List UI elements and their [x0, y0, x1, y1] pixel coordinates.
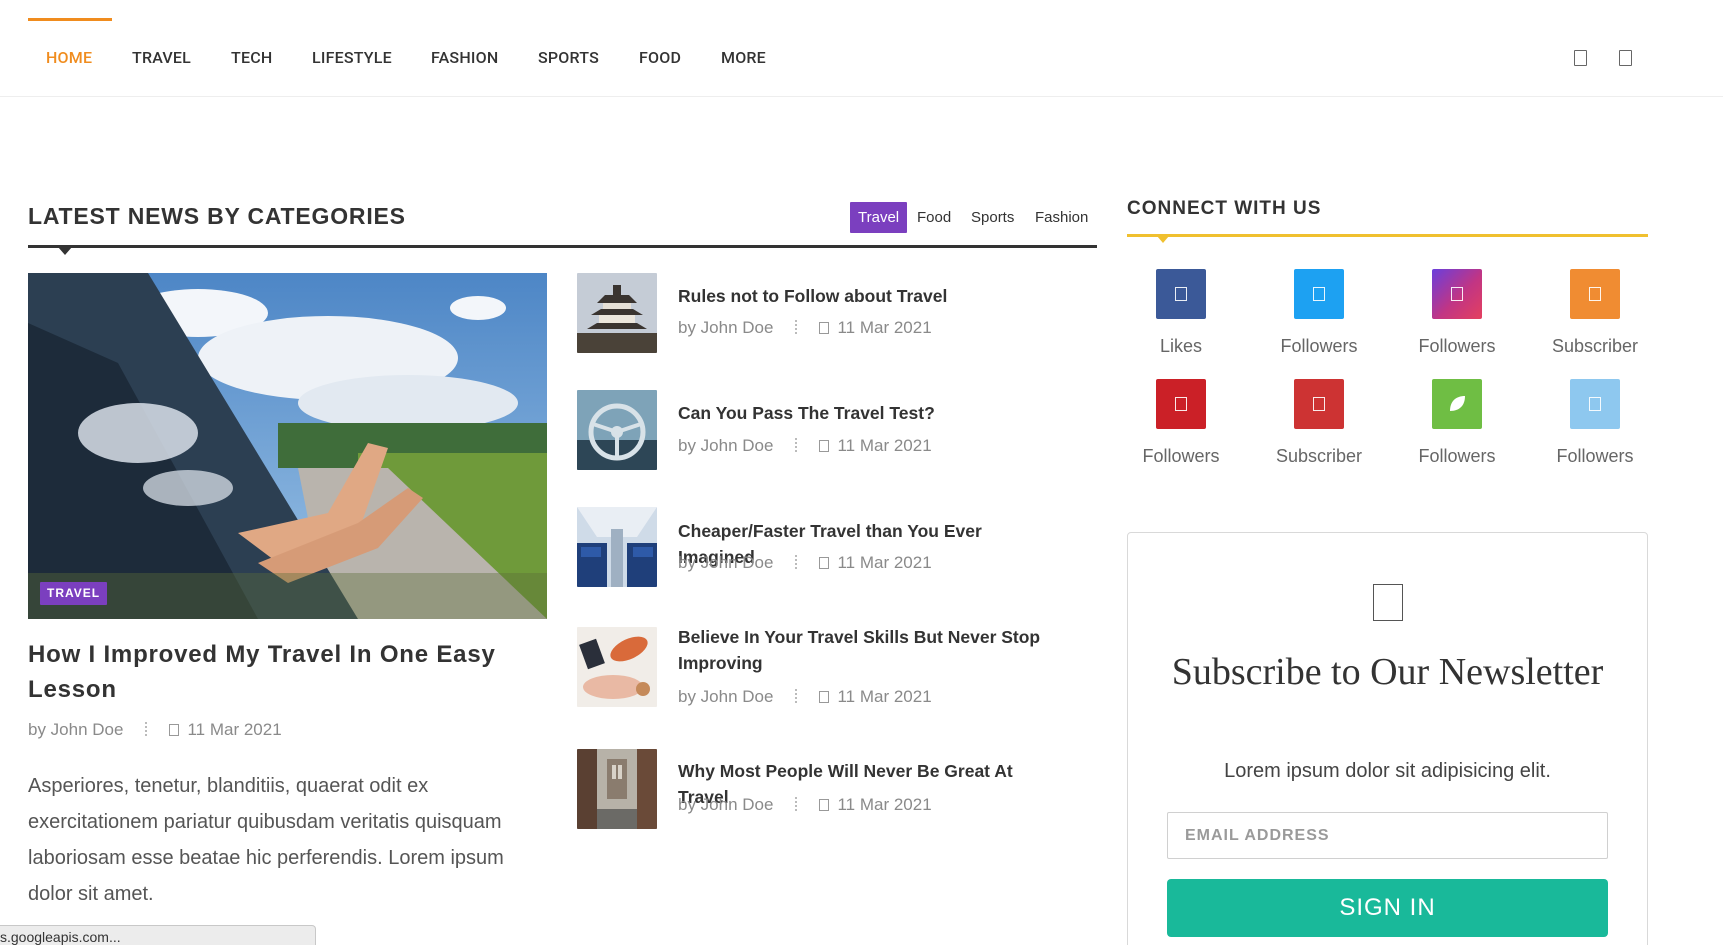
meta-separator	[145, 722, 148, 736]
post-thumbnail-airplane-cabin[interactable]	[577, 507, 657, 587]
social-count-label: Likes	[1159, 336, 1203, 356]
social-facebook[interactable]: Likes	[1126, 269, 1236, 357]
social-instagram[interactable]: Followers	[1402, 269, 1512, 357]
post-meta: by John Doe 11 Mar 2021	[678, 687, 932, 707]
rss-icon	[1570, 269, 1620, 319]
meta-separator	[795, 689, 798, 703]
top-navigation: HOME TRAVEL TECH LIFESTYLE FASHION SPORT…	[0, 0, 1723, 97]
post-thumbnail-steering-wheel[interactable]	[577, 390, 657, 470]
youtube-icon	[1294, 379, 1344, 429]
post-meta: by John Doe 11 Mar 2021	[678, 553, 932, 573]
calendar-icon	[819, 691, 830, 703]
featured-post-image[interactable]: TRAVEL	[28, 273, 547, 619]
nav-item-travel[interactable]: TRAVEL	[132, 48, 191, 67]
calendar-icon	[169, 724, 180, 736]
post-author[interactable]: by John Doe	[678, 318, 773, 337]
post-author[interactable]: by John Doe	[678, 687, 773, 706]
connect-title: CONNECT WITH US	[1127, 198, 1322, 219]
post-author[interactable]: by John Doe	[678, 436, 773, 455]
post-thumbnail-pagoda[interactable]	[577, 273, 657, 353]
meta-separator	[795, 438, 798, 452]
social-count-label: Subscriber	[1275, 446, 1363, 466]
search-icon[interactable]	[1574, 50, 1587, 66]
vimeo-icon	[1570, 379, 1620, 429]
post-date: 11 Mar 2021	[837, 687, 932, 706]
section-divider	[28, 245, 1097, 248]
nav-item-lifestyle[interactable]: LIFESTYLE	[312, 48, 392, 67]
post-thumbnail-bridge-street[interactable]	[577, 749, 657, 829]
social-count-label: Followers	[1418, 446, 1496, 466]
post-meta: by John Doe 11 Mar 2021	[678, 795, 932, 815]
envelope-icon	[1373, 584, 1403, 621]
post-meta: by John Doe 11 Mar 2021	[678, 318, 932, 338]
social-count-label: Followers	[1142, 446, 1220, 466]
calendar-icon	[819, 557, 830, 569]
meta-separator	[795, 320, 798, 334]
nav-item-tech[interactable]: TECH	[231, 48, 272, 67]
nav-active-indicator	[28, 18, 112, 21]
calendar-icon	[819, 440, 830, 452]
connect-divider	[1127, 234, 1648, 237]
post-date: 11 Mar 2021	[837, 436, 932, 455]
calendar-icon	[819, 322, 830, 334]
social-twitter[interactable]: Followers	[1264, 269, 1374, 357]
featured-post-excerpt: Asperiores, tenetur, blanditiis, quaerat…	[28, 775, 504, 905]
calendar-icon	[819, 799, 830, 811]
social-youtube[interactable]: Subscriber	[1264, 379, 1374, 467]
nav-item-fashion[interactable]: FASHION	[431, 48, 498, 67]
menu-icon[interactable]	[1619, 50, 1632, 66]
meta-separator	[795, 797, 798, 811]
post-date: 11 Mar 2021	[837, 553, 932, 572]
newsletter-title: Subscribe to Our Newsletter	[1171, 651, 1604, 693]
social-vimeo[interactable]: Followers	[1540, 379, 1650, 467]
post-date: 11 Mar 2021	[837, 795, 932, 814]
pinterest-icon	[1156, 379, 1206, 429]
post-thumbnail-flatlay[interactable]	[577, 627, 657, 707]
email-field[interactable]	[1167, 812, 1608, 859]
nav-item-food[interactable]: FOOD	[639, 48, 681, 67]
leaf-icon	[1432, 379, 1482, 429]
social-count-label: Followers	[1418, 336, 1496, 356]
category-tag[interactable]: TRAVEL	[40, 582, 108, 605]
sign-in-button[interactable]: SIGN IN	[1167, 879, 1608, 937]
post-meta: by John Doe 11 Mar 2021	[678, 436, 932, 456]
tab-sports[interactable]: Sports	[963, 202, 1022, 233]
post-title[interactable]: Believe In Your Travel Skills But Never …	[678, 624, 1058, 676]
meta-separator	[795, 555, 798, 569]
connect-caret-icon	[1157, 236, 1169, 243]
social-pinterest[interactable]: Followers	[1126, 379, 1236, 467]
nav-item-home[interactable]: HOME	[46, 48, 92, 67]
facebook-icon	[1156, 269, 1206, 319]
social-count-label: Subscriber	[1551, 336, 1639, 356]
social-rss[interactable]: Subscriber	[1540, 269, 1650, 357]
section-title: LATEST NEWS BY CATEGORIES	[28, 203, 406, 229]
nav-item-more[interactable]: MORE	[721, 48, 766, 67]
tab-food[interactable]: Food	[909, 202, 959, 233]
featured-post-meta: by John Doe 11 Mar 2021	[28, 720, 282, 740]
post-author[interactable]: by John Doe	[28, 720, 123, 739]
tab-travel[interactable]: Travel	[850, 202, 908, 233]
post-date: 11 Mar 2021	[837, 318, 932, 337]
browser-status-bar: s.googleapis.com...	[0, 925, 316, 945]
instagram-icon	[1432, 269, 1482, 319]
post-date: 11 Mar 2021	[187, 720, 282, 739]
section-caret-icon	[58, 247, 72, 255]
twitter-icon	[1294, 269, 1344, 319]
featured-photo-car-window	[28, 273, 547, 619]
social-count-label: Followers	[1556, 446, 1634, 466]
social-leaf[interactable]: Followers	[1402, 379, 1512, 467]
featured-post-title[interactable]: How I Improved My Travel In One Easy Les…	[28, 637, 528, 707]
nav-item-sports[interactable]: SPORTS	[538, 48, 599, 67]
post-author[interactable]: by John Doe	[678, 553, 773, 572]
social-count-label: Followers	[1280, 336, 1358, 356]
newsletter-description: Lorem ipsum dolor sit adipisicing elit.	[1224, 760, 1551, 782]
tab-fashion[interactable]: Fashion	[1027, 202, 1096, 233]
post-title[interactable]: Can You Pass The Travel Test?	[678, 400, 1058, 426]
post-author[interactable]: by John Doe	[678, 795, 773, 814]
post-title[interactable]: Rules not to Follow about Travel	[678, 283, 1058, 309]
